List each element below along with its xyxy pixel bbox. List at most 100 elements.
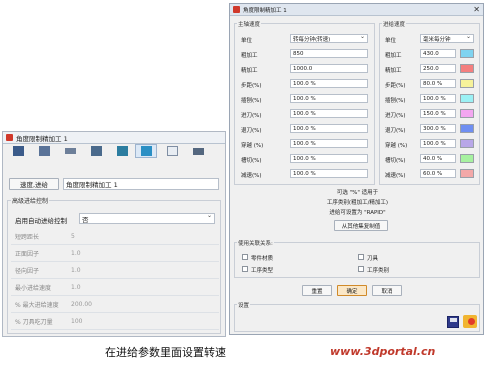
feed-row-label: 槽切(%) <box>385 158 406 164</box>
spindle-value-field[interactable]: 850 <box>290 49 368 58</box>
caption: 在进给参数里面设置转速 <box>105 346 226 359</box>
spindle-row-label: 退刀(%) <box>241 128 262 134</box>
spindle-row-label: 步距(%) <box>241 83 262 89</box>
note-line-3: 进给可设置为 "RAPID" <box>329 210 386 216</box>
feed-color-swatch[interactable] <box>460 64 474 73</box>
feed-value-field[interactable]: 100.0 % <box>420 139 456 148</box>
advanced-group-label: 高级进给控制 <box>11 196 50 205</box>
label-operation-category: 工序类别 <box>367 268 390 274</box>
close-icon[interactable]: ✕ <box>473 5 480 14</box>
feeds-speeds-dialog: 角度限制精加工 1 ✕ 主轴速度 进给速度 可选 "%" 适用于 工序类别(粗加… <box>229 3 484 335</box>
checkbox-operation-category[interactable] <box>358 266 364 272</box>
watermark: www.3dportal.cn <box>330 345 436 358</box>
feed-color-swatch[interactable] <box>460 139 474 148</box>
spindle-value-field[interactable]: 100.0 % <box>290 94 368 103</box>
checkbox-operation-type[interactable] <box>242 266 248 272</box>
tab-tool[interactable] <box>33 144 55 158</box>
spindle-value-field[interactable]: 1000.0 <box>290 64 368 73</box>
spindle-value-field[interactable]: 100.0 % <box>290 79 368 88</box>
settings-group-label: 设置 <box>237 301 251 309</box>
feed-group-label: 进给速度 <box>382 20 407 28</box>
spindle-group-label: 主轴速度 <box>237 20 262 28</box>
app-icon <box>233 6 240 13</box>
advanced-row: 径向因子 1.0 <box>11 262 219 279</box>
feed-row-label: 粗加工 <box>385 53 402 59</box>
spindle-row-label: 精加工 <box>241 68 258 74</box>
reset-button[interactable]: 重置 <box>302 285 332 296</box>
feed-value-field[interactable]: 100.0 % <box>420 94 456 103</box>
left-app-icon <box>6 134 13 141</box>
operation-name-field[interactable]: 角度限制精加工 1 <box>63 178 219 190</box>
cancel-button[interactable]: 取消 <box>372 285 402 296</box>
spindle-value-field[interactable]: 100.0 % <box>290 109 368 118</box>
feed-value-field[interactable]: 40.0 % <box>420 154 456 163</box>
tab-notes[interactable] <box>161 144 183 158</box>
tab-strategy[interactable] <box>7 144 29 158</box>
note-line-1: 可选 "%" 适用于 <box>336 190 379 196</box>
spindle-row-label: 进刀(%) <box>241 113 262 119</box>
feed-color-swatch[interactable] <box>460 154 474 163</box>
feed-value-field[interactable]: 300.0 % <box>420 124 456 133</box>
tab-more[interactable] <box>187 144 209 158</box>
feed-color-swatch[interactable] <box>460 49 474 58</box>
feed-unit-select[interactable]: 毫米每分钟 <box>420 34 474 43</box>
feed-color-swatch[interactable] <box>460 79 474 88</box>
feed-row-label: 减速(%) <box>385 173 406 179</box>
tab-stock[interactable] <box>111 144 133 158</box>
copy-values-button[interactable]: 从其他集复制值 <box>334 220 388 231</box>
feed-value-field[interactable]: 430.0 <box>420 49 456 58</box>
dialog-title: 角度限制精加工 1 <box>243 7 287 14</box>
feed-value-field[interactable]: 150.0 % <box>420 109 456 118</box>
auto-feed-label: 启用自动进给控制 <box>15 217 67 225</box>
feed-row-label: 精加工 <box>385 68 402 74</box>
feed-value-field[interactable]: 250.0 <box>420 64 456 73</box>
advanced-row-label: 正面因子 <box>15 250 40 258</box>
feed-color-swatch[interactable] <box>460 169 474 178</box>
advanced-row-label: 径向因子 <box>15 267 40 275</box>
ok-button[interactable]: 确定 <box>337 285 367 296</box>
dialog-titlebar: 角度限制精加工 1 ✕ <box>230 4 483 16</box>
feed-row-label: 单位 <box>385 38 397 44</box>
checkbox-part-material[interactable] <box>242 254 248 260</box>
feed-row-label: 插刨(%) <box>385 98 406 104</box>
advanced-row-value: 1.0 <box>71 249 81 257</box>
spindle-row-label: 插刨(%) <box>241 98 262 104</box>
tab-levels[interactable] <box>59 144 81 158</box>
save-icon[interactable] <box>447 316 459 328</box>
spindle-row-label: 穿越 (%) <box>241 143 264 149</box>
label-operation-type: 工序类型 <box>251 268 274 274</box>
feed-value-field[interactable]: 60.0 % <box>420 169 456 178</box>
spindle-value-field[interactable]: 100.0 % <box>290 154 368 163</box>
spindle-value-field[interactable]: 100.0 % <box>290 139 368 148</box>
left-dialog-title: 角度限制精加工 1 <box>16 134 68 143</box>
advanced-row: 短跨距长 5 <box>11 228 219 245</box>
spindle-row-label: 粗加工 <box>241 53 258 59</box>
related-group-label: 使用关联关系: <box>237 239 274 247</box>
feed-color-swatch[interactable] <box>460 109 474 118</box>
advanced-row-value: 1.0 <box>71 283 81 291</box>
advanced-row-value: 100 <box>71 317 83 325</box>
load-settings-icon[interactable] <box>463 315 477 328</box>
spindle-value-field[interactable]: 100.0 % <box>290 169 368 178</box>
left-dialog-titlebar: 角度限制精加工 1 <box>3 132 225 144</box>
tab-feeds-speeds[interactable] <box>135 144 157 158</box>
spindle-value-field[interactable]: 100.0 % <box>290 124 368 133</box>
feed-color-swatch[interactable] <box>460 124 474 133</box>
tab-leads[interactable] <box>85 144 107 158</box>
spindle-row-label: 单位 <box>241 38 253 44</box>
spindle-unit-select[interactable]: 转每分钟(转速) <box>290 34 368 43</box>
advanced-row-label: 最小进给速度 <box>15 284 52 292</box>
checkbox-tool[interactable] <box>358 254 364 260</box>
advanced-row-label: % 最大进给速度 <box>15 301 59 309</box>
auto-feed-select[interactable]: 否 <box>79 213 215 224</box>
feed-value-field[interactable]: 80.0 % <box>420 79 456 88</box>
spindle-row-label: 槽切(%) <box>241 158 262 164</box>
advanced-row: % 最大进给速度 200.00 <box>11 296 219 313</box>
label-part-material: 零件材质 <box>251 256 274 262</box>
note-line-2: 工序类别(粗加工/精加工) <box>326 200 389 206</box>
advanced-row: 正面因子 1.0 <box>11 245 219 262</box>
advanced-row: 最小进给速度 1.0 <box>11 279 219 296</box>
feed-row-label: 进刀(%) <box>385 113 406 119</box>
feed-color-swatch[interactable] <box>460 94 474 103</box>
speed-feed-button[interactable]: 速度,进给 <box>9 178 59 190</box>
